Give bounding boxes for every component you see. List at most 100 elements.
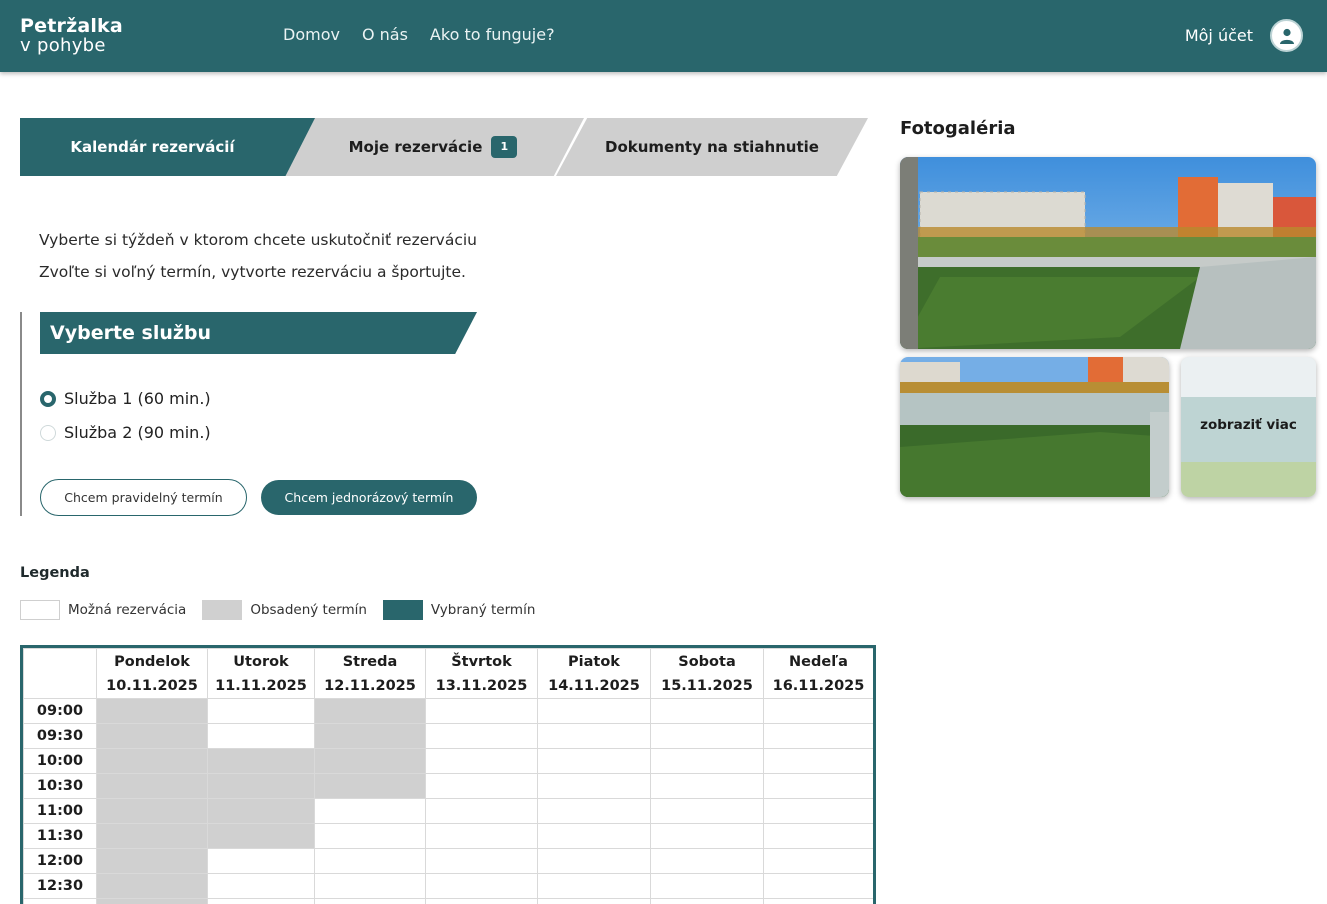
slot-available[interactable] [763,898,873,904]
slot-available[interactable] [207,698,315,724]
day-date: 10.11.2025 [106,677,198,694]
slot-available[interactable] [314,848,426,874]
legend-item-available: Možná rezervácia [20,600,186,620]
tab-calendar[interactable]: Kalendár rezervácií [20,118,315,176]
show-more-label[interactable]: zobraziť viac [1181,417,1316,433]
slot-available[interactable] [537,873,651,899]
slot-available[interactable] [314,798,426,824]
intro-line-1: Vyberte si týždeň v ktorom chcete uskuto… [39,231,477,249]
slot-available[interactable] [537,798,651,824]
slot-available[interactable] [314,898,426,904]
calendar-day-header: Nedeľa 16.11.2025 [763,648,873,699]
slot-available[interactable] [537,823,651,849]
calendar-table: Pondelok 10.11.2025 Utorok 11.11.2025 Streda… [23,648,873,904]
nav-link-home[interactable]: Domov [283,25,340,44]
slot-available[interactable] [763,873,873,899]
swatch-available [20,600,60,620]
account-label[interactable]: Môj účet [1185,26,1253,45]
nav-link-how-it-works[interactable]: Ako to funguje? [430,25,555,44]
service-1-radio[interactable] [40,390,56,407]
single-slot-button[interactable]: Chcem jednorázový termín [261,480,477,515]
day-date: 13.11.2025 [435,677,528,694]
slot-available[interactable] [425,873,538,899]
slot-available[interactable] [763,698,873,724]
gallery-photo-main[interactable] [900,157,1316,349]
reservation-calendar: Pondelok 10.11.2025 Utorok 11.11.2025 Streda… [20,645,876,904]
day-date: 12.11.2025 [324,677,416,694]
slot-available[interactable] [425,723,538,749]
slot-available[interactable] [650,723,764,749]
slot-available[interactable] [650,823,764,849]
calendar-corner [23,648,97,699]
top-navbar: Petržalka v pohybe Domov O nás Ako to fu… [0,0,1327,72]
calendar-day-header: Utorok 11.11.2025 [207,648,315,699]
intro-text: Vyberte si týždeň v ktorom chcete uskuto… [39,224,477,288]
service-2-radio[interactable] [40,424,56,441]
slot-available[interactable] [425,798,538,824]
slot-available[interactable] [537,748,651,774]
slot-available[interactable] [537,848,651,874]
calendar-day-header: Pondelok 10.11.2025 [96,648,208,699]
slot-available[interactable] [425,848,538,874]
slot-available[interactable] [763,823,873,849]
day-date: 15.11.2025 [661,677,753,694]
slot-available[interactable] [650,698,764,724]
slot-available[interactable] [207,848,315,874]
user-icon[interactable] [1270,19,1303,52]
slot-available[interactable] [650,798,764,824]
calendar-row: 11:00 [23,798,873,824]
slot-available[interactable] [763,723,873,749]
time-label: 09:30 [23,723,97,749]
slot-available[interactable] [314,823,426,849]
slot-available[interactable] [425,898,538,904]
slot-available[interactable] [650,873,764,899]
slot-available[interactable] [314,873,426,899]
slot-available[interactable] [537,698,651,724]
calendar-day-header: Piatok 14.11.2025 [537,648,651,699]
slot-available[interactable] [650,848,764,874]
slot-busy [207,748,315,774]
nav-link-about[interactable]: O nás [362,25,408,44]
slot-available[interactable] [650,748,764,774]
reservation-tabs: Moje rezervácie 1 Dokumenty na stiahnuti… [20,118,870,176]
slot-available[interactable] [207,898,315,904]
time-label: 10:30 [23,773,97,799]
slot-busy [314,723,426,749]
slot-available[interactable] [650,898,764,904]
slot-available[interactable] [425,773,538,799]
slot-available[interactable] [763,848,873,874]
slot-available[interactable] [763,798,873,824]
slot-available[interactable] [425,823,538,849]
slot-available[interactable] [207,723,315,749]
slot-available[interactable] [763,748,873,774]
slot-available[interactable] [425,748,538,774]
slot-busy [207,798,315,824]
slot-busy [96,773,208,799]
slot-available[interactable] [763,773,873,799]
tab-documents[interactable]: Dokumenty na stiahnutie [556,118,868,176]
gallery-photo-2[interactable] [900,357,1169,497]
legend-item-busy: Obsadený termín [202,600,367,620]
calendar-row: 09:30 [23,723,873,749]
tab-my-reservations[interactable]: Moje rezervácie 1 [282,118,584,176]
calendar-row: 12:00 [23,848,873,874]
service-option-2[interactable]: Služba 2 (90 min.) [40,423,211,442]
account-menu[interactable]: Môj účet [1185,19,1303,52]
swatch-selected [382,600,423,620]
regular-slot-button[interactable]: Chcem pravidelný termín [40,479,247,516]
slot-available[interactable] [650,773,764,799]
slot-available[interactable] [207,873,315,899]
slot-busy [314,773,426,799]
gallery-title: Fotogaléria [900,118,1016,139]
calendar-row: 09:00 [23,698,873,724]
slot-available[interactable] [537,723,651,749]
service-option-1[interactable]: Služba 1 (60 min.) [40,389,211,408]
gallery-photo-more[interactable]: zobraziť viac [1181,357,1316,497]
calendar-row: 11:30 [23,823,873,849]
slot-available[interactable] [537,773,651,799]
slot-available[interactable] [537,898,651,904]
tab-my-reservations-label: Moje rezervácie [348,138,483,156]
slot-available[interactable] [425,698,538,724]
site-logo[interactable]: Petržalka v pohybe [20,16,123,56]
logo-line-2: v pohybe [20,35,106,56]
